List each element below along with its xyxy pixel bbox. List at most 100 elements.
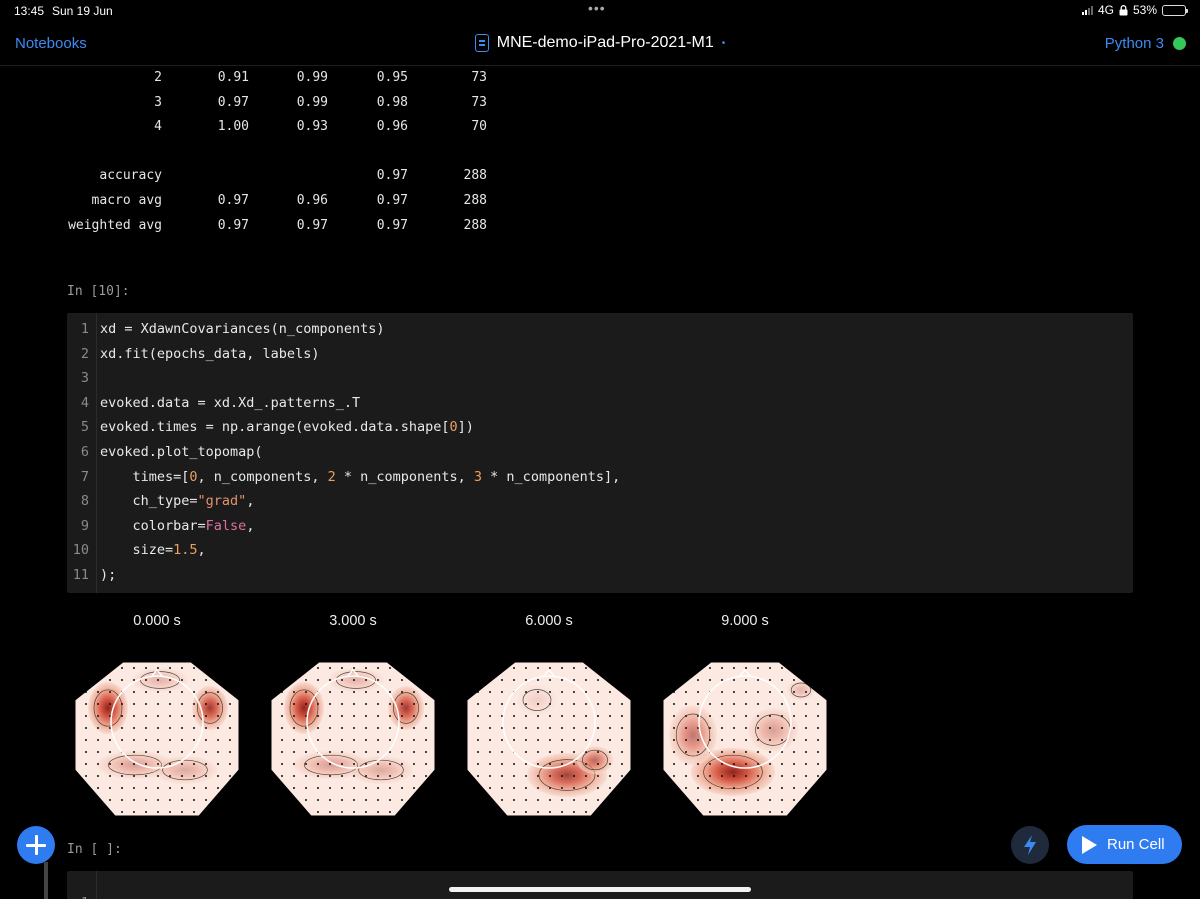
report-row: macro avg 0.97 0.96 0.97 288 — [60, 193, 500, 211]
code-line: 4 evoked.data = xd.Xd_.patterns_.T — [67, 395, 1133, 419]
report-cell-f1: 0.97 — [376, 193, 408, 208]
kernel-label: Python 3 — [1104, 35, 1164, 52]
kernel-selector[interactable]: Python 3 — [1105, 35, 1186, 52]
line-number: 5 — [80, 419, 89, 436]
notebook-title[interactable]: MNE-demo-iPad-Pro-2021-M1 • — [0, 34, 1200, 57]
code-token: , — [246, 517, 255, 534]
code-token: ]) — [457, 419, 474, 436]
report-cell-support: 288 — [463, 193, 487, 208]
report-row: 2 0.91 0.99 0.95 73 — [60, 70, 500, 88]
code-token: * n_components], — [482, 468, 621, 485]
code-cell-10[interactable]: 1 xd = XdawnCovariances(n_components) 2 xd.… — [67, 313, 1133, 593]
report-row: 4 1.00 0.93 0.96 70 — [60, 119, 500, 137]
code-line: 9 colorbar=False, — [67, 518, 1133, 542]
code-line: 3 — [67, 370, 1133, 394]
empty-cell-prompt: In [ ]: — [67, 842, 122, 857]
line-number: 7 — [80, 468, 89, 485]
code-line: 5 evoked.times = np.arange(evoked.data.sh… — [67, 419, 1133, 443]
navigation-bar: Notebooks MNE-demo-iPad-Pro-2021-M1 • Py… — [0, 22, 1200, 66]
report-cell-support: 73 — [471, 70, 487, 85]
report-cell-recall: 0.97 — [296, 218, 328, 233]
code-line: 11); — [67, 567, 1133, 591]
code-token: 1.5 — [173, 542, 198, 559]
topomap-head-plot — [467, 661, 631, 816]
quick-actions-button[interactable] — [1011, 826, 1049, 864]
run-cell-button[interactable]: Run Cell — [1067, 825, 1182, 864]
topomap-head-plot — [663, 661, 827, 816]
multitasking-dots[interactable]: ••• — [588, 0, 606, 16]
report-row: 3 0.97 0.99 0.98 73 — [60, 95, 500, 113]
code-text: xd = XdawnCovariances(n_components) — [100, 321, 384, 337]
code-token: evoked.data = xd.Xd_.patterns_.T — [100, 394, 361, 411]
report-cell-precision: 0.97 — [217, 218, 249, 233]
code-text: evoked.plot_topomap( — [100, 444, 263, 460]
report-cell-f1: 0.96 — [376, 119, 408, 134]
report-cell-precision: 0.91 — [217, 70, 249, 85]
notebook-document-icon — [474, 34, 489, 52]
code-text: evoked.times = np.arange(evoked.data.sha… — [100, 419, 474, 435]
cellular-signal-icon — [1081, 5, 1093, 15]
play-icon — [1082, 835, 1097, 854]
topomap-head-plot — [75, 661, 239, 816]
battery-percent: 53% — [1132, 3, 1157, 17]
report-cell-precision: 1.00 — [217, 119, 249, 134]
status-time: 13:45 — [14, 4, 45, 18]
lock-rotation-icon — [1119, 4, 1128, 15]
code-line: 7 times=[0, n_components, 2 * n_componen… — [67, 469, 1133, 493]
report-cell-support: 288 — [463, 168, 487, 183]
report-cell-label: 3 — [154, 95, 162, 110]
status-bar: 13:45 Sun 19 Jun ••• 4G 53% — [0, 0, 1200, 22]
status-indicators: 4G 53% — [1081, 3, 1188, 17]
code-text: xd.fit(epochs_data, labels) — [100, 346, 319, 362]
code-line: 8 ch_type="grad", — [67, 493, 1133, 517]
report-row: accuracy 0.97 288 — [60, 168, 500, 186]
report-cell-support: 288 — [463, 218, 487, 233]
report-cell-recall: 0.99 — [296, 70, 328, 85]
line-number: 1 — [67, 895, 89, 899]
code-token: ch_type= — [100, 493, 198, 510]
code-token: colorbar= — [100, 517, 206, 534]
code-token: 3 — [473, 468, 483, 485]
unsaved-indicator-dot: • — [721, 37, 726, 49]
report-row: weighted avg 0.97 0.97 0.97 288 — [60, 218, 500, 236]
code-line: 1 xd = XdawnCovariances(n_components) — [67, 321, 1133, 345]
code-token: evoked.plot_topomap( — [100, 444, 263, 460]
code-token: "grad" — [197, 493, 247, 510]
add-cell-connector — [44, 862, 48, 899]
report-cell-label: 4 — [154, 119, 162, 134]
run-cell-label: Run Cell — [1107, 836, 1165, 853]
line-number: 3 — [80, 370, 89, 387]
code-token: 0 — [449, 419, 458, 436]
report-cell-recall: 0.96 — [296, 193, 328, 208]
code-token: , n_components, — [197, 468, 328, 485]
home-indicator[interactable] — [449, 887, 751, 892]
code-text: evoked.data = xd.Xd_.patterns_.T — [100, 395, 360, 411]
report-cell-precision: 0.97 — [217, 193, 249, 208]
code-token: , — [246, 493, 255, 510]
code-line: 6 evoked.plot_topomap( — [67, 444, 1133, 468]
code-text: colorbar=False, — [100, 517, 255, 534]
code-token: , — [197, 542, 206, 559]
notebook-title-text: MNE-demo-iPad-Pro-2021-M1 — [496, 34, 714, 51]
empty-code-cell[interactable]: 1 — [67, 871, 1133, 899]
line-number: 4 — [80, 394, 89, 411]
line-number: 9 — [80, 517, 89, 534]
report-cell-precision: 0.97 — [217, 95, 249, 110]
battery-icon — [1162, 4, 1188, 16]
line-number: 6 — [80, 444, 89, 460]
code-token: ); — [100, 567, 117, 583]
code-text: size=1.5, — [100, 542, 206, 558]
report-cell-f1: 0.97 — [376, 168, 408, 183]
line-number: 10 — [72, 542, 89, 559]
code-token: times=[ — [100, 468, 190, 485]
lightning-bolt-icon — [1024, 835, 1036, 855]
report-cell-f1: 0.97 — [376, 218, 408, 233]
report-cell-f1: 0.95 — [376, 70, 408, 85]
report-cell-f1: 0.98 — [376, 95, 408, 110]
line-number: 2 — [80, 345, 89, 362]
add-cell-button[interactable] — [17, 826, 55, 864]
topomap-title: 6.000 s — [525, 613, 573, 629]
report-cell-label: accuracy — [99, 168, 162, 183]
status-date: Sun 19 Jun — [52, 4, 113, 18]
code-text: ); — [100, 567, 116, 583]
